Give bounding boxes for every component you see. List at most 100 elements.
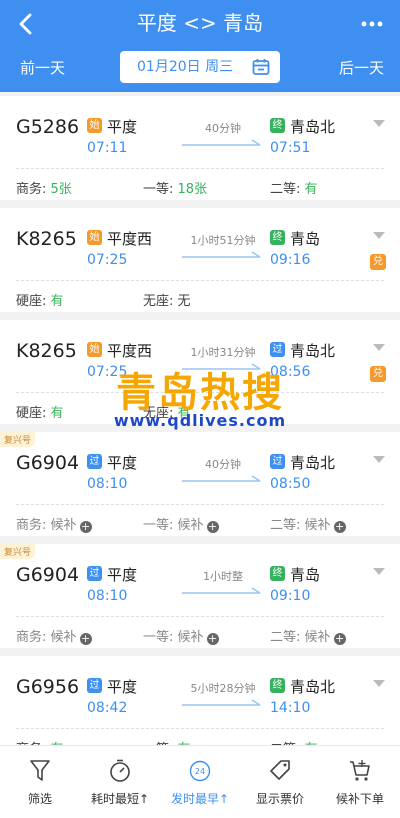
departure-time: 08:10	[87, 476, 128, 492]
arrival-type-badge: 终	[270, 678, 285, 693]
seat-count: 候补	[177, 518, 204, 533]
travel-duration: 5小时28分钟	[190, 682, 256, 695]
arrival-time: 14:10	[270, 700, 311, 716]
chevron-down-icon[interactable]	[373, 568, 385, 576]
prev-day-button[interactable]: 前一天	[20, 57, 65, 78]
train-card[interactable]: K8265 始平度西 07:25 1小时31分钟过青岛北 08:56 兑硬座: 有无座: …	[0, 320, 400, 424]
tab-label: 发时最早↑	[170, 792, 230, 806]
seat-availability: 商务: 有	[16, 738, 64, 745]
arrow-right-icon	[182, 475, 261, 482]
train-card[interactable]: 复兴号 G6904 过平度 08:10 1小时整终青岛 09:10 商务: 候补 + 一等: 候…	[0, 544, 400, 648]
tab-earliest-departure[interactable]: 24 发时最早↑	[160, 746, 240, 818]
plus-icon[interactable]: +	[333, 521, 346, 533]
chevron-down-icon[interactable]	[373, 232, 385, 240]
tab-shortest-duration[interactable]: 耗时最短↑	[80, 746, 160, 818]
plus-icon[interactable]: +	[333, 633, 346, 645]
train-card[interactable]: G5286 始平度 07:11 40分钟 终青岛北 07:51 商务: 5张 一等: 18张 二…	[0, 96, 400, 200]
arrow-right-icon	[182, 699, 261, 706]
train-card[interactable]: 复兴号 G6904 过平度 08:10 40分钟过青岛北 08:50 商务: 候补 + 一等: …	[0, 432, 400, 536]
seat-availability[interactable]: 一等: 候补 +	[143, 514, 219, 533]
departure-station: 平度西	[107, 230, 153, 248]
departure-station: 平度	[107, 566, 138, 584]
seat-availability: 硬座: 有	[16, 290, 64, 309]
back-button[interactable]	[12, 10, 40, 38]
seat-count: 候补	[50, 630, 77, 645]
train-card[interactable]: G6956 过平度 08:42 5小时28分钟 终青岛北 14:10 商务: 有 一等: 有 二…	[0, 656, 400, 745]
arrow-right-icon	[182, 139, 261, 146]
chevron-down-icon[interactable]	[373, 344, 385, 352]
page-title: 平度 <> 青岛	[136, 11, 264, 35]
clock-24-icon: 24	[189, 760, 211, 782]
more-button[interactable]	[358, 12, 386, 36]
plus-icon[interactable]: +	[206, 521, 219, 533]
departure-type-badge: 始	[87, 118, 102, 133]
seat-class-label: 二等:	[270, 630, 301, 645]
seat-class-label: 二等:	[270, 182, 301, 197]
fuxing-tag: 复兴号	[0, 432, 36, 447]
seat-availability[interactable]: 二等: 候补 +	[270, 514, 346, 533]
seat-availability: 商务: 5张	[16, 178, 72, 197]
seat-class-label: 一等:	[143, 182, 174, 197]
stopwatch-icon	[110, 759, 130, 782]
departure-time: 07:11	[87, 140, 128, 156]
next-day-button[interactable]: 后一天	[339, 57, 384, 78]
chevron-down-icon[interactable]	[373, 680, 385, 688]
arrival-station: 青岛北	[290, 454, 336, 472]
seat-availability: 二等: 有	[270, 738, 318, 745]
tab-label: 候补下单	[335, 792, 384, 806]
tab-label: 显示票价	[255, 792, 304, 806]
arrival-time: 08:56	[270, 364, 311, 380]
seat-availability: 无座: 无	[143, 290, 191, 309]
plus-icon[interactable]: +	[79, 633, 92, 645]
train-card[interactable]: K8265 始平度西 07:25 1小时51分钟 终青岛 09:16 兑硬座: 有 无座: 无	[0, 208, 400, 312]
seat-availability: 一等: 18张	[143, 178, 207, 197]
tab-label: 筛选	[27, 792, 52, 806]
seat-availability: 一等: 有	[143, 738, 191, 745]
chevron-left-icon	[19, 13, 32, 35]
more-dots-icon	[361, 21, 383, 27]
seat-count: 有	[177, 406, 191, 421]
seat-availability: 无座: 有	[143, 402, 191, 421]
divider	[16, 392, 384, 393]
chevron-down-icon[interactable]	[373, 456, 385, 464]
seat-class-label: 商务:	[16, 630, 47, 645]
arrival-time: 09:16	[270, 252, 311, 268]
date-bar: 前一天 01月20日 周三 后一天	[0, 48, 400, 88]
seat-availability[interactable]: 商务: 候补 +	[16, 626, 92, 645]
chevron-down-icon[interactable]	[373, 120, 385, 128]
plus-icon[interactable]: +	[206, 633, 219, 645]
seat-availability[interactable]: 二等: 候补 +	[270, 626, 346, 645]
train-number: K8265	[16, 228, 77, 250]
divider	[16, 168, 384, 169]
seat-availability: 硬座: 有	[16, 402, 64, 421]
tab-filter[interactable]: 筛选	[0, 746, 80, 818]
seat-class-label: 一等:	[143, 630, 174, 645]
seat-availability[interactable]: 商务: 候补 +	[16, 514, 92, 533]
seat-availability[interactable]: 一等: 候补 +	[143, 626, 219, 645]
exchange-badge: 兑	[370, 254, 386, 270]
departure-time: 07:25	[87, 364, 128, 380]
train-number: G5286	[16, 116, 80, 138]
tab-show-price[interactable]: 显示票价	[240, 746, 320, 818]
plus-icon[interactable]: +	[79, 521, 92, 533]
train-number: K8265	[16, 340, 77, 362]
train-list[interactable]: G5286 始平度 07:11 40分钟终青岛北 07:51 商务: 5张 一等: 18张二…	[0, 92, 400, 745]
departure-type-badge: 始	[87, 342, 102, 357]
departure-type-badge: 过	[87, 566, 102, 581]
tab-waitlist-order[interactable]: 候补下单	[320, 746, 400, 818]
seat-count: 18张	[177, 182, 208, 197]
divider	[16, 280, 384, 281]
departure-type-badge: 过	[87, 678, 102, 693]
seat-count: 候补	[304, 518, 331, 533]
departure-station: 平度	[107, 118, 138, 136]
arrival-time: 07:51	[270, 140, 311, 156]
travel-duration: 1小时整	[203, 570, 243, 583]
train-number: G6904	[16, 564, 80, 586]
seat-class-label: 硬座:	[16, 406, 47, 421]
train-number: G6956	[16, 676, 80, 698]
seat-count: 候补	[304, 630, 331, 645]
seat-count: 候补	[177, 630, 204, 645]
arrival-type-badge: 终	[270, 118, 285, 133]
date-picker[interactable]: 01月20日 周三	[120, 51, 280, 83]
calendar-icon	[252, 59, 270, 75]
